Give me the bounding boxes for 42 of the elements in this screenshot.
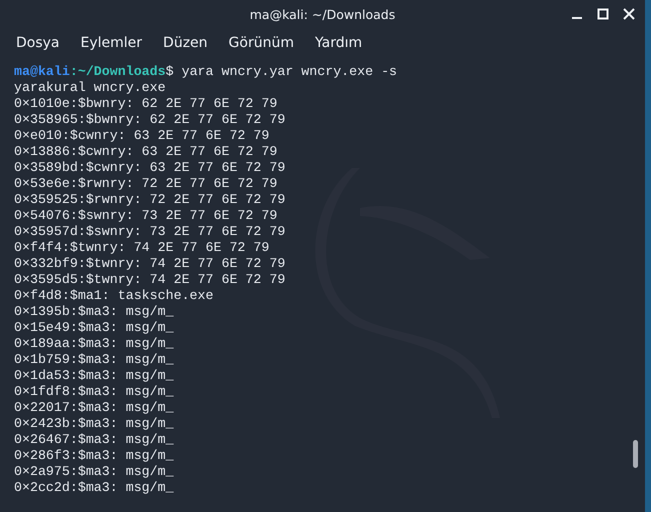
output-line: 0×f4f4:$twnry: 74 2E 77 6E 72 79 [14, 240, 270, 256]
prompt-path: :~/Downloads [70, 64, 166, 79]
output-line: 0×f4d8:$ma1: tasksche.exe [14, 288, 214, 304]
scrollbar-thumb[interactable] [633, 440, 638, 468]
output-line: 0×359525:$rwnry: 72 2E 77 6E 72 79 [14, 192, 286, 208]
output-line: 0×e010:$cwnry: 63 2E 77 6E 72 79 [14, 128, 270, 144]
output-line: 0×332bf9:$twnry: 74 2E 77 6E 72 79 [14, 256, 286, 272]
window-title: ma@kali: ~/Downloads [250, 6, 396, 22]
output-line: 0×189aa:$ma3: msg/m_ [14, 336, 174, 352]
minimize-icon [572, 17, 582, 19]
menu-item[interactable]: Görünüm [228, 35, 294, 51]
menu-item[interactable]: Dosya [16, 35, 60, 51]
output-line: 0×13886:$cwnry: 63 2E 77 6E 72 79 [14, 144, 278, 160]
menu-item[interactable]: Düzen [163, 35, 208, 51]
output-line: yarakural wncry.exe [14, 80, 166, 96]
command-text: yara wncry.yar wncry.exe -s [182, 64, 398, 79]
close-button[interactable] [621, 6, 637, 22]
prompt-user-host: ma@kali [14, 64, 70, 79]
output-line: 0×1da53:$ma3: msg/m_ [14, 368, 174, 384]
output-line: 0×1b759:$ma3: msg/m_ [14, 352, 174, 368]
output-line: 0×3589bd:$cwnry: 63 2E 77 6E 72 79 [14, 160, 286, 176]
menu-item[interactable]: Yardım [314, 35, 362, 51]
output-line: 0×54076:$swnry: 73 2E 77 6E 72 79 [14, 208, 278, 224]
output-line: 0×1395b:$ma3: msg/m_ [14, 304, 174, 320]
output-line: 0×22017:$ma3: msg/m_ [14, 400, 174, 416]
output-line: 0×3595d5:$twnry: 74 2E 77 6E 72 79 [14, 272, 286, 288]
output-line: 0×358965:$bwnry: 62 2E 77 6E 72 79 [14, 112, 286, 128]
menu-item[interactable]: Eylemler [80, 35, 142, 51]
output-line: 0×53e6e:$rwnry: 72 2E 77 6E 72 79 [14, 176, 278, 192]
output-line: 0×2cc2d:$ma3: msg/m_ [14, 480, 174, 496]
output-line: 0×1fdf8:$ma3: msg/m_ [14, 384, 174, 400]
output-line: 0×1010e:$bwnry: 62 2E 77 6E 72 79 [14, 96, 278, 112]
output-line: 0×35957d:$swnry: 73 2E 77 6E 72 79 [14, 224, 286, 240]
output-line: 0×15e49:$ma3: msg/m_ [14, 320, 174, 336]
output-line: 0×2a975:$ma3: msg/m_ [14, 464, 174, 480]
output-line: 0×286f3:$ma3: msg/m_ [14, 448, 174, 464]
maximize-icon [597, 8, 609, 20]
prompt-symbol: $ [166, 64, 174, 79]
output-line: 0×2423b:$ma3: msg/m_ [14, 416, 174, 432]
maximize-button[interactable] [595, 6, 611, 22]
close-icon [623, 8, 635, 20]
output-line: 0×26467:$ma3: msg/m_ [14, 432, 174, 448]
